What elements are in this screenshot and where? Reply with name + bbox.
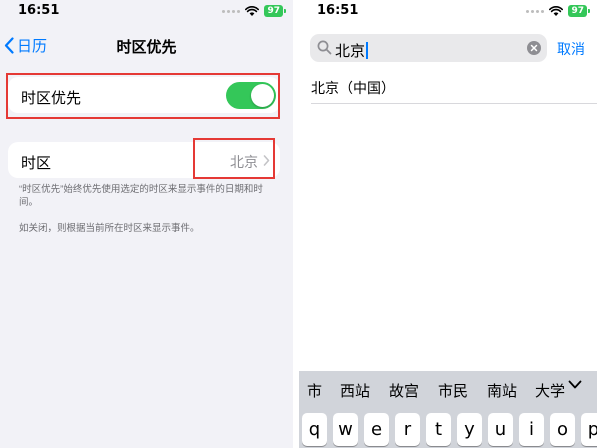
- settings-panel: 16:51 97 日历 时区优先 时区优先 时区 北京 “时区优先”始终优先使用…: [0, 0, 293, 448]
- key[interactable]: i: [519, 413, 544, 446]
- status-time: 16:51: [317, 3, 359, 18]
- timezone-override-label: 时区优先: [21, 90, 82, 107]
- timezone-label: 时区: [21, 155, 52, 172]
- text-caret: [366, 42, 369, 59]
- clear-x-icon: [530, 44, 538, 52]
- status-bar: 16:51 97: [299, 0, 597, 22]
- key[interactable]: w: [333, 413, 358, 446]
- battery-icon: 97: [568, 5, 590, 17]
- clear-icon[interactable]: [527, 41, 541, 55]
- wifi-icon: [549, 5, 564, 16]
- search-query: 北京: [335, 40, 369, 61]
- keyboard: 市 西站 故宫 市民 南站 大学 q w e r t y u i o p: [299, 371, 597, 448]
- search-icon: [317, 40, 332, 55]
- chevron-right-icon: [263, 155, 270, 166]
- candidate-item[interactable]: 南站: [487, 380, 517, 401]
- timezone-search-panel: 16:51 97 北京 取消 北京（中国） 市 西站 故宫 市民 南站 大学 q…: [299, 0, 597, 448]
- status-icons: 97: [526, 4, 590, 18]
- status-time: 16:51: [18, 3, 60, 18]
- battery-icon: 97: [264, 5, 286, 17]
- key[interactable]: r: [395, 413, 420, 446]
- toggle-knob: [251, 84, 274, 107]
- timezone-value: 北京: [230, 154, 258, 170]
- candidate-item[interactable]: 市民: [438, 380, 468, 401]
- signal-icon: [526, 9, 545, 13]
- key[interactable]: u: [488, 413, 513, 446]
- timezone-row[interactable]: 时区 北京: [8, 142, 280, 178]
- page-title: 时区优先: [116, 39, 177, 56]
- key[interactable]: p: [581, 413, 597, 446]
- candidate-item[interactable]: 西站: [340, 380, 370, 401]
- footnote-off-behavior: 如关闭，则根据当前所在时区来显示事件。: [19, 223, 200, 234]
- cancel-button[interactable]: 取消: [557, 39, 585, 59]
- candidate-item[interactable]: 故宫: [389, 380, 419, 401]
- signal-icon: [222, 9, 241, 13]
- candidate-item[interactable]: 大学: [535, 380, 565, 401]
- candidate-bar: 市 西站 故宫 市民 南站 大学: [299, 371, 597, 409]
- key[interactable]: q: [302, 413, 327, 446]
- footnote-description: “时区优先”始终优先使用选定的时区来显示事件的日期和时间。: [19, 184, 263, 208]
- search-input[interactable]: 北京: [310, 34, 547, 62]
- candidate-item[interactable]: 市: [307, 380, 322, 401]
- nav-bar: 日历 时区优先: [0, 32, 293, 60]
- status-icons: 97: [222, 4, 286, 18]
- wifi-icon: [245, 5, 260, 16]
- key[interactable]: o: [550, 413, 575, 446]
- key[interactable]: y: [457, 413, 482, 446]
- key-row: q w e r t y u i o p: [302, 413, 597, 448]
- timezone-override-toggle[interactable]: [226, 82, 276, 109]
- result-divider: [311, 103, 597, 104]
- timezone-override-row: 时区优先: [8, 77, 280, 113]
- search-result-item[interactable]: 北京（中国）: [311, 78, 395, 98]
- key[interactable]: e: [364, 413, 389, 446]
- keyboard-collapse-icon[interactable]: [568, 380, 582, 390]
- key[interactable]: t: [426, 413, 451, 446]
- status-bar: 16:51 97: [0, 0, 293, 22]
